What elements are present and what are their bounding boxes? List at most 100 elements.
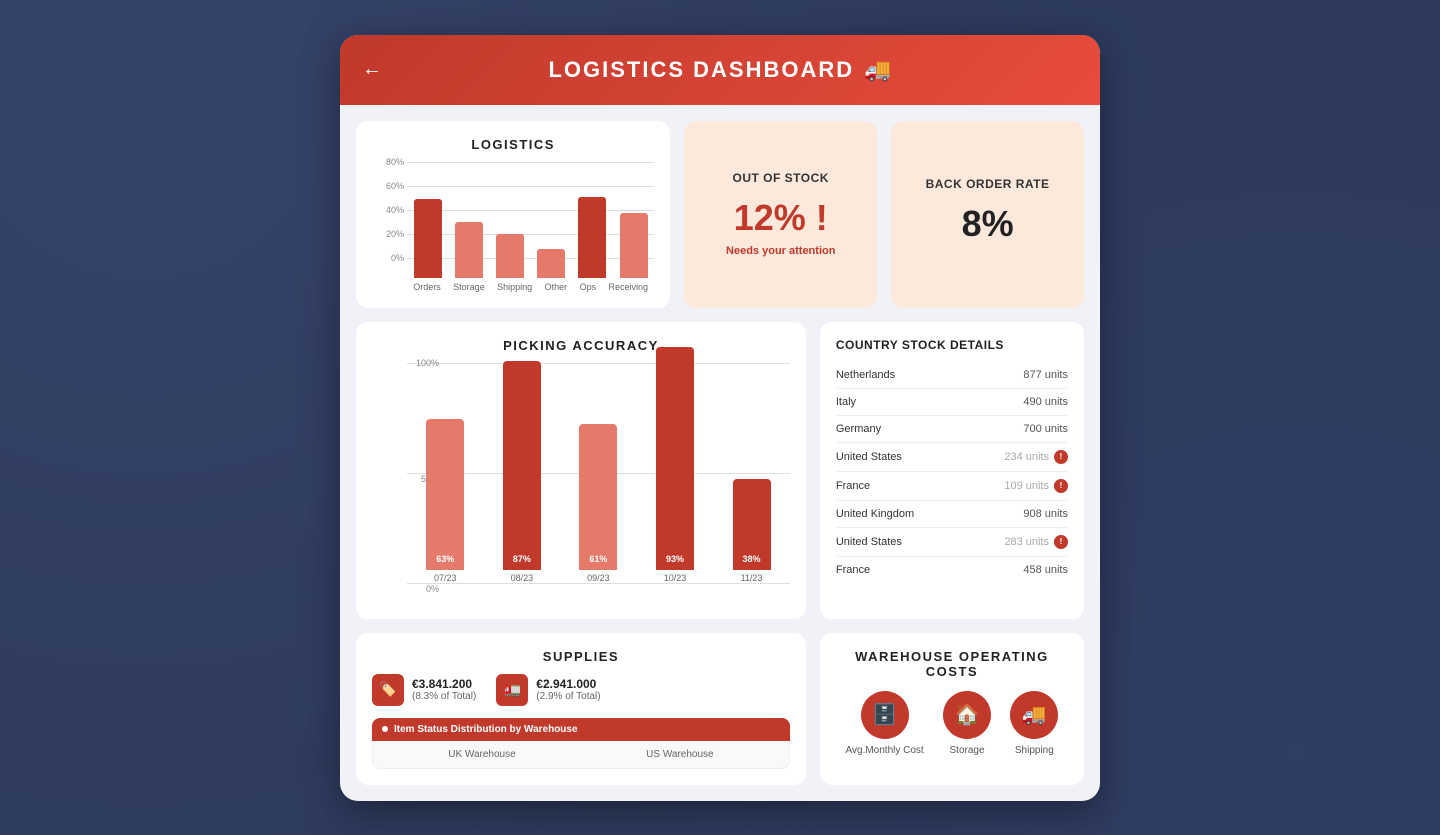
bar-other-fill <box>537 249 565 278</box>
status-header-dot <box>382 726 388 732</box>
bar-other <box>537 249 565 278</box>
x-label-0723: 07/23 <box>434 573 457 583</box>
y-label-40: 40% <box>372 205 404 215</box>
logistics-card: LOGISTICS 80% 60% <box>356 121 670 308</box>
cost-item-shipping: 🚚 Shipping <box>1010 691 1058 756</box>
units-germany: 700 units <box>1023 423 1068 435</box>
y-label-0: 0% <box>372 253 404 263</box>
supplies-title: SUPPLIES <box>372 649 790 664</box>
item-status-header-label: Item Status Distribution by Warehouse <box>394 724 578 735</box>
logistics-chart-title: LOGISTICS <box>372 137 654 152</box>
units-italy: 490 units <box>1023 396 1068 408</box>
out-of-stock-card: OUT OF STOCK 12% ! Needs your attention <box>684 121 877 308</box>
units-netherlands: 877 units <box>1023 369 1068 381</box>
status-col-uk: UK Warehouse <box>448 749 515 760</box>
logistics-bar-chart: 80% 60% 40% 20% 0% <box>372 162 654 292</box>
country-france2: France <box>836 564 870 576</box>
picking-chart: 100% 50% 0% 63% 07/2 <box>372 363 790 603</box>
x-label-0923: 09/23 <box>587 573 610 583</box>
cost-label-storage: Storage <box>950 745 985 756</box>
cost-item-monthly: 🗄️ Avg.Monthly Cost <box>846 691 924 756</box>
x-label-receiving: Receiving <box>609 282 649 292</box>
bar-1123: 38% 11/23 <box>733 479 771 583</box>
x-label-shipping: Shipping <box>497 282 532 292</box>
back-order-label: BACK ORDER RATE <box>926 177 1050 191</box>
bar-storage-fill <box>455 222 483 278</box>
bar-0723: 63% 07/23 <box>426 419 464 583</box>
grid-label-0: 0% <box>407 584 439 594</box>
units-france1: 109 units ! <box>1004 479 1068 493</box>
alert-dot-france1: ! <box>1054 479 1068 493</box>
picking-accuracy-card: PICKING ACCURACY 100% 50% 0% <box>356 322 806 619</box>
cost-label-monthly: Avg.Monthly Cost <box>846 745 924 756</box>
country-row-netherlands: Netherlands 877 units <box>836 362 1068 389</box>
bar-storage <box>455 222 483 278</box>
logistics-x-labels: Orders Storage Shipping Other Ops Receiv… <box>372 282 654 292</box>
supply-sub-2: (2.9% of Total) <box>536 691 600 702</box>
supply-item-1: 🏷️ €3.841.200 (8.3% of Total) <box>372 674 476 706</box>
bar-0923-fill: 61% <box>579 424 617 570</box>
cost-label-shipping: Shipping <box>1015 745 1054 756</box>
country-italy: Italy <box>836 396 856 408</box>
bar-ops-fill <box>578 197 606 278</box>
row2: PICKING ACCURACY 100% 50% 0% <box>356 322 1084 619</box>
y-label-80: 80% <box>372 157 404 167</box>
warehouse-costs-card: WAREHOUSE OPERATING COSTS 🗄️ Avg.Monthly… <box>820 633 1084 785</box>
bar-ops <box>578 197 606 278</box>
x-label-ops: Ops <box>580 282 597 292</box>
country-netherlands: Netherlands <box>836 369 895 381</box>
country-uk: United Kingdom <box>836 508 914 520</box>
item-status-header: Item Status Distribution by Warehouse <box>372 718 790 741</box>
country-row-france2: France 458 units <box>836 557 1068 583</box>
out-of-stock-label: OUT OF STOCK <box>733 171 829 185</box>
bar-1023: 93% 10/23 <box>656 347 694 583</box>
supplies-row: 🏷️ €3.841.200 (8.3% of Total) 🚛 €2.941.0… <box>372 674 790 706</box>
bar-1123-fill: 38% <box>733 479 771 570</box>
country-germany: Germany <box>836 423 881 435</box>
bar-receiving-fill <box>620 213 648 277</box>
bar-0823: 87% 08/23 <box>503 361 541 583</box>
supply-icon-2: 🚛 <box>496 674 528 706</box>
country-stock-title: COUNTRY STOCK DETAILS <box>836 338 1068 352</box>
picking-accuracy-title: PICKING ACCURACY <box>372 338 790 353</box>
country-france1: France <box>836 480 870 492</box>
x-label-other: Other <box>545 282 568 292</box>
out-of-stock-value: 12% ! <box>734 197 828 239</box>
country-row-us2: United States 283 units ! <box>836 528 1068 557</box>
x-label-storage: Storage <box>453 282 485 292</box>
supply-icon-1: 🏷️ <box>372 674 404 706</box>
country-us1: United States <box>836 451 902 463</box>
country-us2: United States <box>836 536 902 548</box>
cost-icon-monthly: 🗄️ <box>861 691 909 739</box>
x-label-0823: 08/23 <box>511 573 534 583</box>
x-label-1023: 10/23 <box>664 573 687 583</box>
units-uk: 908 units <box>1023 508 1068 520</box>
units-us2: 283 units ! <box>1004 535 1068 549</box>
row1: LOGISTICS 80% 60% <box>356 121 1084 308</box>
country-row-uk: United Kingdom 908 units <box>836 501 1068 528</box>
bar-0823-fill: 87% <box>503 361 541 570</box>
x-label-1123: 11/23 <box>741 573 763 583</box>
supply-value-1: €3.841.200 <box>412 677 476 691</box>
supply-value-2: €2.941.000 <box>536 677 600 691</box>
units-france2: 458 units <box>1023 564 1068 576</box>
country-stock-card: COUNTRY STOCK DETAILS Netherlands 877 un… <box>820 322 1084 619</box>
bar-1023-fill: 93% <box>656 347 694 570</box>
bar-0723-fill: 63% <box>426 419 464 570</box>
item-status-body: UK Warehouse US Warehouse <box>372 741 790 769</box>
warehouse-costs-grid: 🗄️ Avg.Monthly Cost 🏠 Storage 🚚 Shipping <box>836 691 1068 756</box>
out-of-stock-sub: Needs your attention <box>726 245 835 257</box>
row3: SUPPLIES 🏷️ €3.841.200 (8.3% of Total) 🚛… <box>356 633 1084 785</box>
bar-orders <box>414 199 442 278</box>
alert-dot-us2: ! <box>1054 535 1068 549</box>
supplies-card: SUPPLIES 🏷️ €3.841.200 (8.3% of Total) 🚛… <box>356 633 806 785</box>
dashboard-container: ← LOGISTICS DASHBOARD 🚚 LOGISTICS <box>340 35 1100 801</box>
grid-0: 0% <box>407 583 790 584</box>
country-row-germany: Germany 700 units <box>836 416 1068 443</box>
cost-icon-shipping: 🚚 <box>1010 691 1058 739</box>
bar-receiving <box>620 213 648 277</box>
y-label-20: 20% <box>372 229 404 239</box>
back-button[interactable]: ← <box>362 58 382 81</box>
supply-item-2: 🚛 €2.941.000 (2.9% of Total) <box>496 674 600 706</box>
status-col-us: US Warehouse <box>646 749 713 760</box>
